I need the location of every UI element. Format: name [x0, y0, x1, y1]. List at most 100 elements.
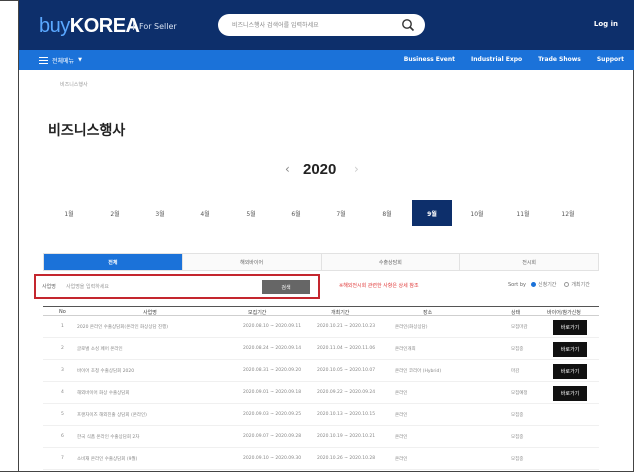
year-prev-arrow-icon[interactable]: ‹	[285, 162, 290, 176]
month-tab-2[interactable]: 2월	[95, 200, 135, 226]
hamburger-icon	[39, 56, 48, 64]
row-held-period: 2020.10.05 ~ 2020.10.07	[317, 368, 376, 373]
row-place: 온라인	[395, 391, 408, 396]
table-row[interactable]: 3 바이어 초청 수출상담회 2020 2020.08.31 ~ 2020.09…	[43, 360, 599, 382]
row-status: 모집예정	[511, 391, 528, 396]
col-header-apply: 바이어/참가신청	[547, 310, 581, 316]
row-title[interactable]: 글로벌 소싱 페어 온라인	[77, 346, 123, 352]
row-held-period: 2020.10.26 ~ 2020.10.28	[317, 456, 376, 461]
row-title[interactable]: 소비재 온라인 수출상담회 (9월)	[77, 456, 137, 462]
row-status: 모집중	[511, 435, 524, 440]
filter-label: 사업명	[42, 284, 56, 290]
row-no: 3	[61, 368, 64, 373]
row-recruit-period: 2020.08.10 ~ 2020.09.11	[243, 324, 302, 329]
apply-button[interactable]: 바로가기	[553, 320, 587, 335]
search-icon[interactable]	[401, 18, 415, 32]
logo-divider	[133, 22, 134, 30]
year-selector: ‹ 2020 ›	[0, 160, 634, 184]
tab-export-consultation[interactable]: 수출상담회	[321, 254, 461, 270]
left-divider	[18, 0, 19, 472]
row-no: 2	[61, 346, 64, 351]
nav-link-business-event[interactable]: Business Event	[404, 56, 455, 63]
row-title[interactable]: 한국 식품 온라인 수출상담회 2차	[77, 434, 139, 440]
sort-option-label: 개최기간	[571, 282, 590, 288]
breadcrumb[interactable]: 비즈니스행사	[60, 81, 88, 88]
business-name-filter: 사업명 검색	[34, 274, 320, 299]
logo-buy: buy	[39, 15, 70, 37]
month-tab-4[interactable]: 4월	[185, 200, 225, 226]
table-row[interactable]: 4 해외바이어 화상 수출상담회 2020.09.01 ~ 2020.09.18…	[43, 382, 599, 404]
month-tab-10[interactable]: 10월	[457, 200, 497, 226]
row-status: 모집중	[511, 413, 524, 418]
row-place: 온라인	[395, 457, 408, 462]
nav-link-support[interactable]: Support	[597, 56, 624, 63]
year-next-arrow-icon[interactable]: ›	[354, 162, 359, 176]
table-row[interactable]: 2 글로벌 소싱 페어 온라인 2020.08.24 ~ 2020.09.14 …	[43, 338, 599, 360]
page-title: 비즈니스행사	[48, 123, 126, 139]
apply-button[interactable]: 바로가기	[553, 386, 587, 401]
row-recruit-period: 2020.09.10 ~ 2020.09.30	[243, 456, 302, 461]
sort-options: 신청기간 개최기간	[531, 281, 590, 288]
category-tabs: 전체 해외바이어 수출상담회 전시회	[43, 253, 599, 271]
row-no: 1	[61, 324, 64, 329]
col-header-no: No	[59, 309, 66, 315]
business-name-input[interactable]	[66, 281, 256, 293]
radio-checked-icon	[531, 282, 536, 287]
col-header-place: 장소	[423, 310, 433, 316]
month-tab-5[interactable]: 5월	[231, 200, 271, 226]
month-tab-8[interactable]: 8월	[367, 200, 407, 226]
radio-unchecked-icon	[564, 282, 570, 287]
row-place: 온라인(화상상담)	[395, 325, 428, 330]
sort-option-recruit[interactable]: 신청기간	[531, 281, 556, 288]
row-status: 모집중	[511, 457, 524, 462]
month-tab-7[interactable]: 7월	[321, 200, 361, 226]
col-header-status: 상태	[511, 310, 521, 316]
sort-option-held[interactable]: 개최기간	[564, 281, 590, 288]
month-tab-1[interactable]: 1월	[49, 200, 89, 226]
sort-option-label: 신청기간	[538, 282, 557, 288]
search-input[interactable]	[232, 17, 392, 33]
row-no: 5	[61, 412, 64, 417]
row-status: 모집중	[511, 347, 524, 352]
apply-button[interactable]: 바로가기	[553, 364, 587, 379]
row-title[interactable]: 프랜차이즈 해외진출 상담회 (온라인)	[77, 412, 147, 418]
tab-overseas-buyer[interactable]: 해외바이어	[182, 254, 322, 270]
tab-all[interactable]: 전체	[44, 254, 183, 270]
month-tab-6[interactable]: 6월	[276, 200, 316, 226]
row-status: 모집마감	[511, 325, 528, 330]
all-menu-button[interactable]: 전체메뉴 ▼	[39, 55, 82, 65]
nav-links: Business Event Industrial Expo Trade Sho…	[404, 56, 624, 63]
sort-label: Sort by	[508, 282, 526, 288]
apply-button[interactable]: 바로가기	[553, 342, 587, 357]
month-tab-12[interactable]: 12월	[548, 200, 588, 226]
filter-search-button[interactable]: 검색	[262, 280, 310, 294]
row-held-period: 2020.10.19 ~ 2020.10.21	[317, 434, 376, 439]
table-row[interactable]: 7 소비재 온라인 수출상담회 (9월) 2020.09.10 ~ 2020.0…	[43, 448, 599, 470]
notice-text: ※해외전시회 관련한 사항은 상세 참조	[339, 283, 419, 289]
row-recruit-period: 2020.09.03 ~ 2020.09.25	[243, 412, 302, 417]
nav-link-trade-shows[interactable]: Trade Shows	[538, 56, 581, 63]
row-no: 6	[61, 434, 64, 439]
row-recruit-period: 2020.08.31 ~ 2020.09.20	[243, 368, 302, 373]
month-tab-3[interactable]: 3월	[140, 200, 180, 226]
table-row[interactable]: 5 프랜차이즈 해외진출 상담회 (온라인) 2020.09.03 ~ 2020…	[43, 404, 599, 426]
all-menu-label: 전체메뉴	[52, 57, 75, 65]
row-recruit-period: 2020.09.07 ~ 2020.09.28	[243, 434, 302, 439]
row-recruit-period: 2020.09.01 ~ 2020.09.18	[243, 390, 302, 395]
login-link[interactable]: Log in	[594, 20, 618, 28]
search-box	[218, 14, 425, 36]
row-title[interactable]: 바이어 초청 수출상담회 2020	[77, 368, 134, 374]
nav-link-industrial-expo[interactable]: Industrial Expo	[471, 56, 522, 63]
buykorea-logo[interactable]: buyKOREA	[39, 15, 140, 38]
table-row[interactable]: 1 2020 온라인 수출상담회(온라인 화상상담 진행) 2020.08.10…	[43, 316, 599, 338]
row-title[interactable]: 해외바이어 화상 수출상담회	[77, 390, 130, 396]
tab-exhibition[interactable]: 전시회	[460, 254, 598, 270]
table-row[interactable]: 6 한국 식품 온라인 수출상담회 2차 2020.09.07 ~ 2020.0…	[43, 426, 599, 448]
row-no: 4	[61, 390, 64, 395]
chevron-down-icon: ▼	[78, 57, 82, 63]
row-place: 온라인 코리아 (Hybrid)	[395, 369, 442, 374]
month-tab-9[interactable]: 9월	[412, 200, 452, 226]
year-value: 2020	[303, 161, 337, 178]
month-tab-11[interactable]: 11월	[503, 200, 543, 226]
row-title[interactable]: 2020 온라인 수출상담회(온라인 화상상담 진행)	[77, 324, 168, 330]
